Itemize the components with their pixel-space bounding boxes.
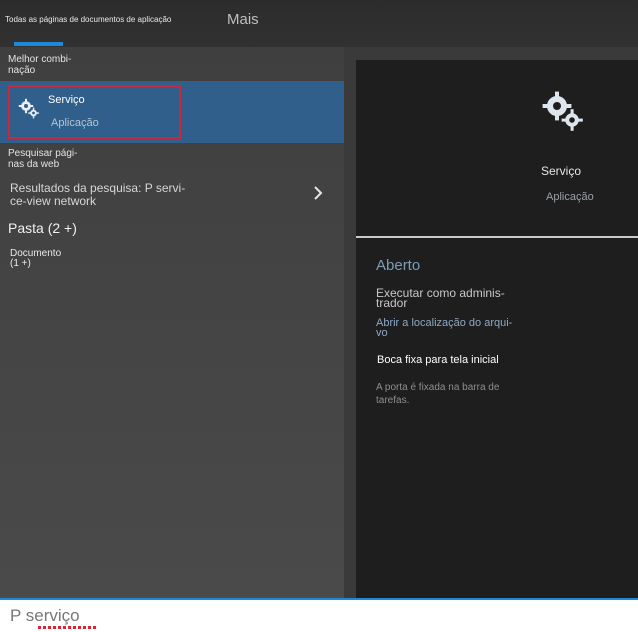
document-group-heading[interactable]: Documento (1 +) — [10, 249, 61, 269]
web-search-result[interactable]: Resultados da pesquisa: P servi- ce-view… — [10, 182, 185, 208]
best-match-subtitle: Aplicação — [51, 117, 99, 129]
search-input[interactable] — [10, 604, 610, 628]
pin-to-start-action[interactable]: Boca fixa para tela inicial — [377, 355, 499, 366]
search-box — [0, 598, 638, 632]
preview-divider — [356, 236, 638, 238]
preview-title: Serviço — [541, 164, 582, 178]
run-as-admin-action[interactable]: Executar como adminis- trador — [376, 287, 505, 309]
pinned-taskbar-note: A porta é fixada na barra de tarefas. — [376, 382, 500, 406]
preview-subtitle: Aplicação — [546, 191, 594, 203]
top-tab-bar: Todas as páginas de documentos de aplica… — [0, 0, 638, 47]
gear-icon — [18, 98, 40, 125]
folder-group-heading[interactable]: Pasta (2 +) — [8, 220, 77, 236]
best-match-heading: Melhor combi- nação — [8, 54, 72, 76]
active-tab-indicator — [14, 42, 63, 46]
open-action[interactable]: Aberto — [376, 257, 420, 274]
gear-icon — [541, 90, 585, 139]
chevron-right-icon[interactable] — [313, 186, 323, 205]
tab-all[interactable]: Todas as páginas de documentos de aplica… — [5, 15, 171, 24]
spellcheck-underline — [38, 626, 98, 629]
best-match-title: Serviço — [48, 94, 85, 106]
web-search-heading: Pesquisar pági- nas da web — [8, 148, 78, 170]
open-file-location-action[interactable]: Abrir a localização do arqui- vo — [376, 318, 512, 339]
tab-more[interactable]: Mais — [227, 11, 259, 28]
